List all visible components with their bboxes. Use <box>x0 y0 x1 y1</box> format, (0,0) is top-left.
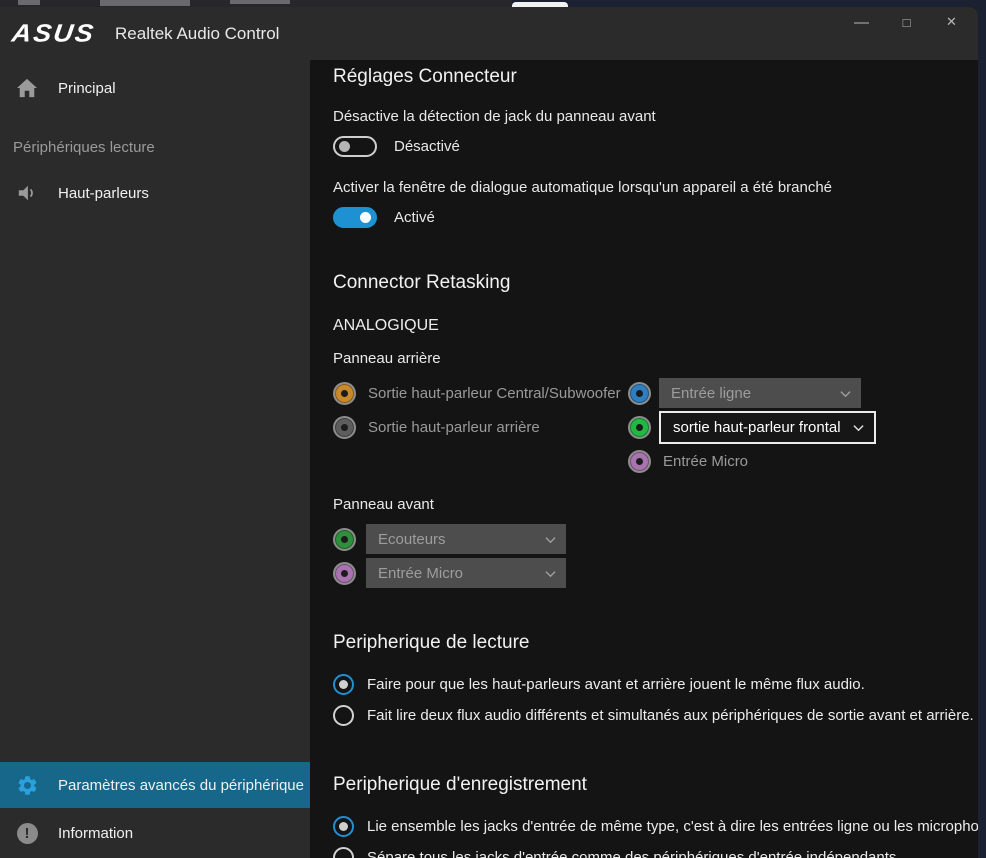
chevron-down-icon <box>840 388 851 399</box>
front-panel-grid: Ecouteurs Entrée Micro <box>333 522 978 590</box>
jack-detection-label: Désactive la détection de jack du pannea… <box>333 108 978 125</box>
jack-detection-toggle[interactable] <box>333 136 377 157</box>
jack-label: Sortie haut-parleur Central/Subwoofer <box>368 385 621 402</box>
sidebar: Principal Périphériques lecture Haut-par… <box>0 60 310 858</box>
main-content: Réglages Connecteur Désactive la détecti… <box>310 60 978 858</box>
sidebar-item-information[interactable]: ! Information <box>0 808 310 858</box>
headphones-dropdown[interactable]: Ecouteurs <box>366 524 566 554</box>
minimize-button[interactable]: — <box>839 7 884 37</box>
close-button[interactable]: ✕ <box>929 7 974 37</box>
analog-subheading: ANALOGIQUE <box>333 317 978 335</box>
front-panel-row: Ecouteurs <box>333 522 978 556</box>
speaker-icon <box>14 180 40 206</box>
jack-icon-purple <box>333 562 356 585</box>
window-title: Realtek Audio Control <box>115 24 279 44</box>
front-panel-row: Entrée Micro <box>333 556 978 590</box>
playback-device-heading: Peripherique de lecture <box>333 632 978 654</box>
toggle-knob <box>360 212 371 223</box>
sidebar-item-label: Haut-parleurs <box>58 185 149 202</box>
radio-selected[interactable] <box>333 674 354 695</box>
jack-label: Sortie haut-parleur arrière <box>368 419 540 436</box>
radio-selected[interactable] <box>333 816 354 837</box>
front-mic-dropdown[interactable]: Entrée Micro <box>366 558 566 588</box>
recording-options: Lie ensemble les jacks d'entrée de même … <box>333 811 978 858</box>
chevron-down-icon <box>545 568 556 579</box>
radio-label: Lie ensemble les jacks d'entrée de même … <box>367 818 978 835</box>
sidebar-item-label: Information <box>58 825 133 842</box>
front-speaker-out-dropdown[interactable]: sortie haut-parleur frontal <box>659 411 876 444</box>
rear-panel-grid: Sortie haut-parleur Central/Subwoofer En… <box>333 376 978 478</box>
jack-icon-green <box>628 416 651 439</box>
front-panel-label: Panneau avant <box>333 496 978 516</box>
jack-detection-state: Désactivé <box>394 138 460 155</box>
rear-jack-rear-speaker: Sortie haut-parleur arrière <box>333 416 628 439</box>
dropdown-value: Ecouteurs <box>378 531 446 548</box>
jack-icon-grey <box>333 416 356 439</box>
maximize-button[interactable]: □ <box>884 7 929 37</box>
radio-label: Fait lire deux flux audio différents et … <box>367 707 974 724</box>
realtek-audio-control-window: ASUS Realtek Audio Control — □ ✕ Princip… <box>0 7 978 858</box>
jack-icon-blue <box>628 382 651 405</box>
dropdown-value: Entrée Micro <box>378 565 463 582</box>
background-window-sliver <box>0 0 986 7</box>
rear-jack-mic-in: Entrée Micro <box>628 450 748 473</box>
auto-popup-toggle[interactable] <box>333 207 377 228</box>
window-controls: — □ ✕ <box>839 7 974 37</box>
asus-logo: ASUS <box>10 19 97 48</box>
rear-jack-line-in: Entrée ligne <box>628 378 861 408</box>
connector-settings-heading: Réglages Connecteur <box>333 66 978 88</box>
playback-option-same-stream[interactable]: Faire pour que les haut-parleurs avant e… <box>333 669 978 700</box>
recording-option-separate-jacks[interactable]: Sépare tous les jacks d'entrée comme des… <box>333 842 978 858</box>
auto-popup-toggle-row: Activé <box>333 205 978 229</box>
auto-popup-label: Activer la fenêtre de dialogue automatiq… <box>333 179 978 196</box>
recording-option-tie-jacks[interactable]: Lie ensemble les jacks d'entrée de même … <box>333 811 978 842</box>
home-icon <box>14 75 40 101</box>
auto-popup-state: Activé <box>394 209 435 226</box>
sidebar-item-speakers[interactable]: Haut-parleurs <box>0 171 310 215</box>
connector-retasking-heading: Connector Retasking <box>333 272 978 294</box>
chevron-down-icon <box>545 534 556 545</box>
radio-label: Faire pour que les haut-parleurs avant e… <box>367 676 865 693</box>
radio-unselected[interactable] <box>333 705 354 726</box>
jack-icon-green <box>333 528 356 551</box>
jack-detection-toggle-row: Désactivé <box>333 134 978 158</box>
dropdown-value: Entrée ligne <box>671 385 751 402</box>
chevron-down-icon <box>853 422 864 433</box>
sidebar-item-principal[interactable]: Principal <box>0 66 310 110</box>
rear-panel-label: Panneau arrière <box>333 350 978 370</box>
playback-option-different-streams[interactable]: Fait lire deux flux audio différents et … <box>333 700 978 731</box>
info-icon: ! <box>14 820 40 846</box>
radio-unselected[interactable] <box>333 847 354 858</box>
sidebar-item-advanced-settings[interactable]: Paramètres avancés du périphérique <box>0 762 310 808</box>
radio-label: Sépare tous les jacks d'entrée comme des… <box>367 849 901 858</box>
jack-label: Entrée Micro <box>663 453 748 470</box>
background-window-strip <box>568 0 986 7</box>
background-window-text-fragment <box>100 0 190 6</box>
rear-jack-front-speaker-out: sortie haut-parleur frontal <box>628 411 876 444</box>
jack-icon-orange <box>333 382 356 405</box>
background-window-strip <box>0 0 512 7</box>
recording-device-heading: Peripherique d'enregistrement <box>333 774 978 796</box>
sidebar-item-label: Principal <box>58 80 116 97</box>
jack-icon-purple <box>628 450 651 473</box>
gear-icon <box>14 772 40 798</box>
sidebar-spacer <box>0 215 310 762</box>
rear-panel-row: Sortie haut-parleur Central/Subwoofer En… <box>333 376 978 410</box>
rear-jack-center-subwoofer: Sortie haut-parleur Central/Subwoofer <box>333 382 628 405</box>
titlebar: ASUS Realtek Audio Control — □ ✕ <box>0 7 978 60</box>
rear-panel-row: Entrée Micro <box>333 444 978 478</box>
sidebar-section-playback-devices: Périphériques lecture <box>0 139 310 161</box>
background-window-text-fragment <box>230 0 290 4</box>
dropdown-value: sortie haut-parleur frontal <box>673 419 841 436</box>
sidebar-item-label: Paramètres avancés du périphérique <box>58 777 304 794</box>
line-in-dropdown[interactable]: Entrée ligne <box>659 378 861 408</box>
toggle-knob <box>339 141 350 152</box>
playback-options: Faire pour que les haut-parleurs avant e… <box>333 669 978 731</box>
rear-panel-row: Sortie haut-parleur arrière sortie haut-… <box>333 410 978 444</box>
background-window-text-fragment <box>18 0 40 5</box>
